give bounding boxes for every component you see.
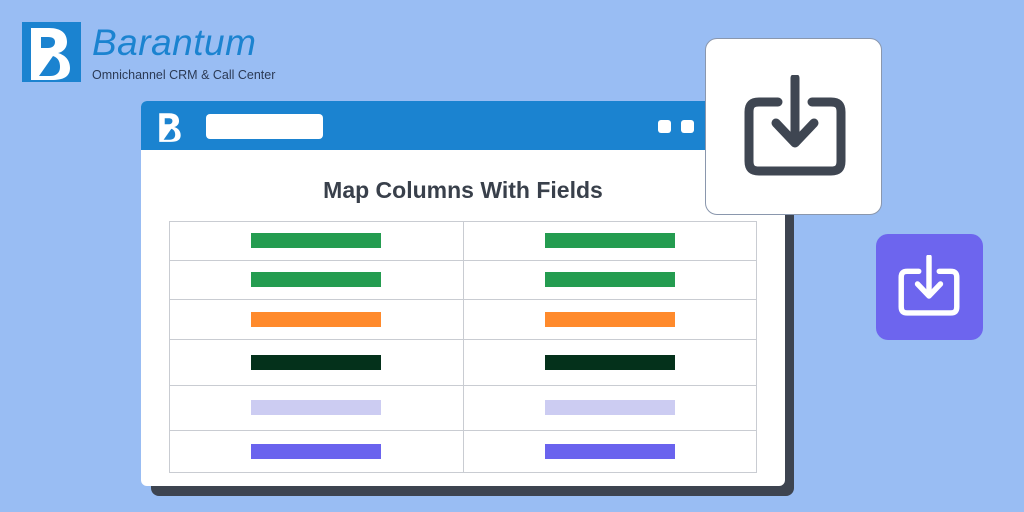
target-field-placeholder (544, 354, 675, 370)
source-column-cell[interactable] (169, 220, 464, 262)
source-field-placeholder (251, 233, 382, 249)
minimize-button[interactable] (658, 120, 671, 133)
page-title: Map Columns With Fields (323, 177, 603, 203)
brand-tagline: Omnichannel CRM & Call Center (92, 68, 276, 82)
source-column-cell[interactable] (169, 299, 464, 341)
target-field-placeholder (544, 272, 675, 288)
target-column-cell[interactable] (462, 429, 757, 474)
import-download-icon (898, 255, 960, 316)
source-field-placeholder (251, 312, 382, 328)
target-field-placeholder (544, 312, 675, 328)
target-column-cell[interactable] (462, 299, 757, 341)
window-title-field (206, 114, 323, 139)
table-row (169, 429, 757, 474)
import-card-small[interactable] (876, 234, 983, 340)
target-column-cell[interactable] (462, 384, 757, 431)
import-card-large[interactable] (705, 38, 882, 215)
source-column-cell[interactable] (169, 260, 464, 301)
import-window: Map Columns With Fields (141, 101, 785, 486)
maximize-button[interactable] (681, 120, 694, 133)
window-titlebar (141, 101, 785, 150)
target-column-cell[interactable] (462, 339, 757, 386)
import-download-icon (744, 75, 846, 176)
source-column-cell[interactable] (169, 384, 464, 431)
source-field-placeholder (251, 399, 382, 415)
source-field-placeholder (251, 443, 382, 459)
target-column-cell[interactable] (462, 220, 757, 262)
table-row (169, 339, 757, 386)
target-field-placeholder (544, 443, 675, 459)
brand-logo: Barantum Omnichannel CRM & Call Center (22, 22, 322, 84)
table-row (169, 384, 757, 431)
source-field-placeholder (251, 354, 382, 370)
source-field-placeholder (251, 272, 382, 288)
source-column-cell[interactable] (169, 339, 464, 386)
barantum-logo-icon (22, 22, 81, 82)
table-row (169, 299, 757, 341)
target-field-placeholder (544, 399, 675, 415)
table-row (169, 260, 757, 301)
table-row (169, 220, 757, 262)
column-mapping-table (169, 220, 757, 474)
barantum-logo-icon (154, 110, 187, 143)
target-column-cell[interactable] (462, 260, 757, 301)
brand-name: Barantum (92, 22, 257, 63)
source-column-cell[interactable] (169, 429, 464, 474)
target-field-placeholder (544, 233, 675, 249)
